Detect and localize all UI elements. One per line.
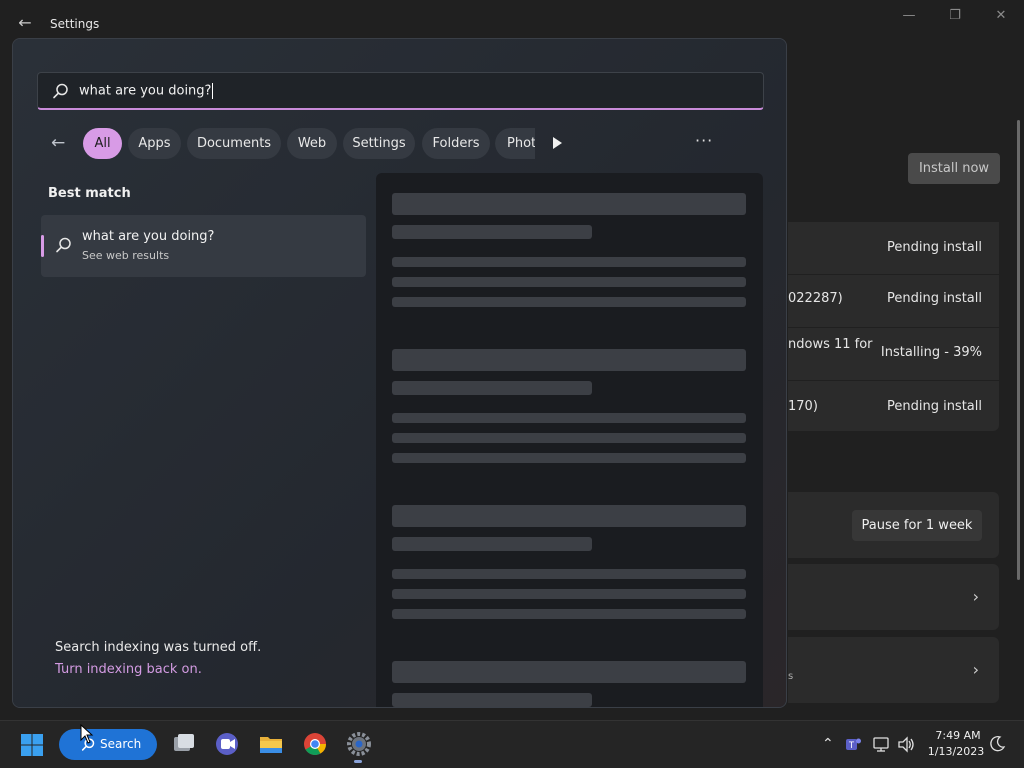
indexing-off-message: Search indexing was turned off. bbox=[55, 640, 262, 655]
skeleton-line bbox=[392, 413, 746, 423]
back-arrow-icon[interactable]: ← bbox=[14, 12, 36, 34]
filter-documents[interactable]: Documents bbox=[187, 128, 281, 159]
skeleton-line bbox=[392, 453, 746, 463]
skeleton-line bbox=[392, 225, 592, 239]
focus-moon-icon[interactable] bbox=[989, 735, 1006, 752]
update-status: Pending install bbox=[886, 291, 982, 306]
skeleton-line bbox=[392, 569, 746, 579]
update-row: 170) Pending install bbox=[788, 381, 999, 431]
settings-nav-item[interactable]: s › bbox=[788, 637, 999, 703]
selection-indicator bbox=[41, 235, 44, 257]
turn-indexing-on-link[interactable]: Turn indexing back on. bbox=[55, 662, 202, 677]
pause-updates-button[interactable]: Pause for 1 week bbox=[852, 510, 982, 541]
chevron-right-icon: › bbox=[972, 587, 979, 606]
skeleton-line bbox=[392, 589, 746, 599]
file-explorer-icon[interactable] bbox=[258, 731, 284, 757]
filter-settings[interactable]: Settings bbox=[343, 128, 415, 159]
mouse-cursor-icon bbox=[80, 724, 94, 744]
taskbar: Search ⌃ T 7:49 AM 1/13/2023 bbox=[0, 720, 1024, 768]
close-button[interactable]: ✕ bbox=[988, 6, 1014, 26]
update-row: Pending install bbox=[788, 222, 999, 274]
result-title: what are you doing? bbox=[82, 229, 215, 244]
volume-icon[interactable] bbox=[897, 736, 915, 753]
filter-photos-clip: Phot bbox=[495, 128, 535, 159]
filter-all[interactable]: All bbox=[83, 128, 122, 159]
task-view-icon[interactable] bbox=[171, 731, 197, 757]
skeleton-line bbox=[392, 381, 592, 395]
update-name: 170) bbox=[788, 399, 818, 414]
clock-date[interactable]: 1/13/2023 bbox=[925, 745, 987, 758]
update-status: Pending install bbox=[886, 240, 982, 255]
chrome-icon[interactable] bbox=[302, 731, 328, 757]
search-icon bbox=[56, 237, 71, 253]
network-icon[interactable] bbox=[872, 736, 890, 753]
taskbar-search-button[interactable]: Search bbox=[59, 729, 157, 760]
skeleton-block bbox=[392, 661, 746, 683]
install-now-button[interactable]: Install now bbox=[908, 153, 1000, 184]
search-input[interactable]: what are you doing? bbox=[37, 72, 764, 110]
back-arrow-icon[interactable]: ← bbox=[51, 133, 71, 153]
scroll-right-icon[interactable] bbox=[550, 135, 564, 151]
pause-updates-card: Pause for 1 week bbox=[788, 492, 999, 558]
skeleton-line bbox=[392, 277, 746, 287]
chevron-right-icon: › bbox=[972, 660, 979, 679]
scrollbar[interactable] bbox=[1017, 120, 1020, 580]
teams-icon[interactable]: T bbox=[845, 736, 862, 753]
more-options-icon[interactable]: ··· bbox=[695, 131, 713, 150]
search-query-text[interactable]: what are you doing? bbox=[79, 83, 214, 99]
search-icon bbox=[53, 83, 68, 99]
search-flyout: what are you doing? ← All Apps Documents… bbox=[12, 38, 787, 708]
settings-nav-item[interactable]: › bbox=[788, 564, 999, 630]
skeleton-line bbox=[392, 537, 592, 551]
update-row: ndows 11 for Installing - 39% bbox=[788, 328, 999, 380]
result-subtitle: See web results bbox=[82, 249, 170, 262]
update-row: 022287) Pending install bbox=[788, 275, 999, 327]
windows-start-icon[interactable] bbox=[20, 733, 44, 757]
filter-apps[interactable]: Apps bbox=[128, 128, 181, 159]
active-app-indicator bbox=[354, 760, 362, 763]
taskbar-search-label: Search bbox=[100, 737, 142, 751]
clock-time[interactable]: 7:49 AM bbox=[930, 729, 986, 742]
skeleton-line bbox=[392, 257, 746, 267]
update-name: 022287) bbox=[788, 291, 843, 306]
filter-photos[interactable]: Phot bbox=[495, 128, 535, 159]
svg-text:T: T bbox=[849, 740, 855, 750]
preview-pane-loading bbox=[376, 173, 763, 707]
maximize-button[interactable]: ❐ bbox=[942, 6, 968, 26]
best-match-result[interactable]: what are you doing? See web results bbox=[41, 215, 366, 277]
settings-gear-icon[interactable] bbox=[346, 731, 372, 757]
update-status: Installing - 39% bbox=[880, 345, 982, 360]
best-match-heading: Best match bbox=[48, 186, 131, 201]
skeleton-line bbox=[392, 297, 746, 307]
chevron-up-icon[interactable]: ⌃ bbox=[822, 736, 834, 752]
skeleton-block bbox=[392, 505, 746, 527]
filter-web[interactable]: Web bbox=[287, 128, 337, 159]
update-status: Pending install bbox=[886, 399, 982, 414]
minimize-button[interactable]: — bbox=[896, 6, 922, 26]
skeleton-line bbox=[392, 693, 592, 707]
update-name: ndows 11 for bbox=[788, 337, 873, 352]
skeleton-block bbox=[392, 193, 746, 215]
filter-folders[interactable]: Folders bbox=[422, 128, 490, 159]
skeleton-block bbox=[392, 349, 746, 371]
nav-item-partial-text: s bbox=[788, 671, 794, 682]
app-title: Settings bbox=[50, 17, 100, 31]
teams-chat-icon[interactable] bbox=[214, 731, 240, 757]
skeleton-line bbox=[392, 609, 746, 619]
skeleton-line bbox=[392, 433, 746, 443]
